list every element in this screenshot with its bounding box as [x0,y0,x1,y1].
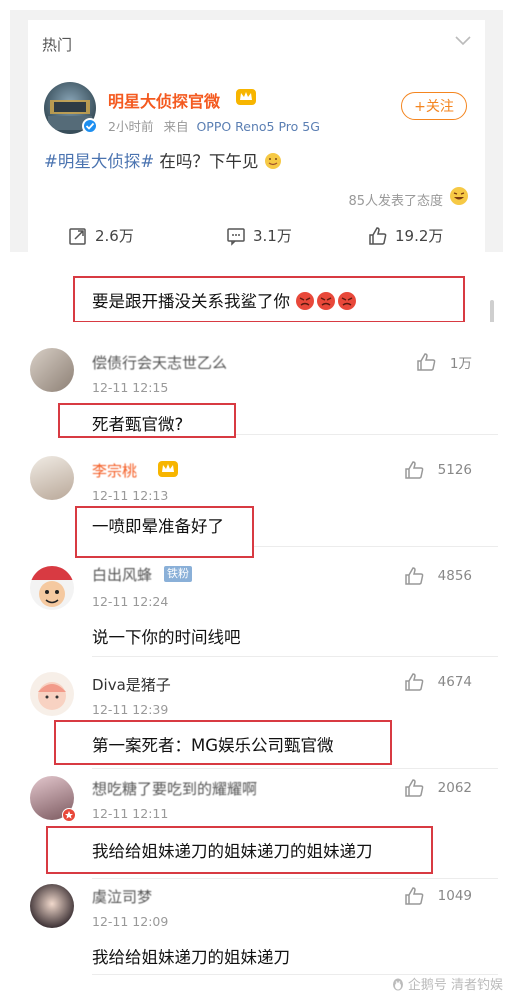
comment-count: 3.1万 [253,227,292,245]
shy-emoji-icon [264,153,281,169]
comment-time: 12-11 12:15 [92,380,169,395]
comment-button[interactable]: 3.1万 [226,225,292,246]
hashtag-link[interactable]: #明星大侦探# [44,152,154,171]
author-name[interactable]: 明星大侦探官微 [108,88,220,112]
chevron-down-icon[interactable] [455,36,471,46]
thumbs-up-icon [404,461,423,479]
comment-like-button[interactable]: 4674 [404,672,472,692]
comment-time: 12-11 12:11 [92,806,169,821]
thumbs-up-icon [404,779,423,797]
comment-like-button[interactable]: 5126 [404,460,472,480]
avatar[interactable] [30,566,74,610]
vip-crown-icon [158,461,178,477]
avatar[interactable] [30,456,74,500]
comment-like-count: 2062 [437,780,472,796]
thumbs-up-icon [417,353,436,371]
divider [92,878,498,879]
comment-time: 12-11 12:24 [92,594,169,609]
angry-emoji-icon [296,292,357,310]
penguin-logo-icon [393,978,403,991]
laugh-emoji-icon [450,187,468,205]
comment-body: 死者甄官微? [92,415,184,434]
avatar[interactable] [30,672,74,716]
repost-button[interactable]: 2.6万 [68,225,134,246]
verified-icon [82,118,98,134]
avatar[interactable] [30,884,74,928]
comment-like-count: 4674 [437,674,472,690]
commenter-name[interactable]: 偿债行会天志世乙么 [92,352,227,373]
comment-like-button[interactable]: 2062 [404,778,472,798]
comment-like-count: 1049 [437,888,472,904]
comment-body: 说一下你的时间线吧 [92,628,241,647]
watermark: 企鹅号 清者钓娱 [407,978,503,993]
divider [92,656,498,657]
commenter-name[interactable]: 想吃糖了要吃到的耀耀啊 [92,778,257,799]
verified-badge-icon [62,808,76,822]
divider [92,768,498,769]
comment-like-count: 5126 [437,462,472,478]
avatar[interactable] [30,348,74,392]
like-count: 19.2万 [395,227,444,245]
thumbs-up-icon [369,226,387,245]
comment-like-count: 1万 [449,356,472,372]
reaction-count[interactable]: 85人发表了态度 [348,190,443,209]
vip-crown-icon [236,89,256,105]
commenter-name[interactable]: 虞泣司梦 [92,886,152,907]
like-button[interactable]: 19.2万 [368,225,443,246]
post-time: 2小时前 [108,119,154,134]
thumbs-up-icon [404,673,423,691]
repost-icon [69,227,86,245]
comment-icon [227,227,245,246]
post-text: 在吗？下午见 [154,152,259,171]
thumbs-up-icon [404,887,423,905]
post-content: #明星大侦探# 在吗？下午见 [44,148,282,172]
comment-like-button[interactable]: 1049 [404,886,472,906]
comment-time: 12-11 12:39 [92,702,169,717]
comment-body: 第一案死者：MG娱乐公司甄官微 [92,736,334,755]
section-title: 热门 [42,36,73,54]
repost-count: 2.6万 [95,227,134,245]
thumbs-up-icon [404,567,423,585]
comment-like-button[interactable]: 1万 [416,352,472,372]
comment-like-button[interactable]: 4856 [404,566,472,586]
fan-badge: 铁粉 [164,566,192,582]
comment-body: 一喷即晕准备好了 [92,517,224,536]
commenter-name[interactable]: 李宗桃 [92,460,137,481]
comment-body: 我给给姐妹递刀的姐妹递刀 [92,948,290,967]
hot-post-panel: 热门 明星大侦探官微 2小时前 来自 OPPO Reno5 Pro 5G +关注… [10,10,503,252]
source-prefix: 来自 [163,119,189,134]
hot-post-card[interactable]: 热门 明星大侦探官微 2小时前 来自 OPPO Reno5 Pro 5G +关注… [28,20,485,252]
annotation-top-label: 要是跟开播没关系我鲨了你 [92,292,290,311]
comment-time: 12-11 12:13 [92,488,169,503]
comment-body: 我给给姐妹递刀的姐妹递刀的姐妹递刀 [92,842,373,861]
annotation-text-top: 要是跟开播没关系我鲨了你 [92,288,357,312]
device-link[interactable]: OPPO Reno5 Pro 5G [196,119,319,134]
commenter-name[interactable]: Diva是猪子 [92,674,171,695]
post-meta: 2小时前 来自 OPPO Reno5 Pro 5G [108,116,320,135]
follow-button[interactable]: +关注 [401,92,467,120]
commenter-name[interactable]: 白出风蜂 [92,564,152,585]
comment-like-count: 4856 [437,568,472,584]
comment-time: 12-11 12:09 [92,914,169,929]
comment-item[interactable]: 白出风蜂 铁粉 12-11 12:24 说一下你的时间线吧 4856 [10,546,498,656]
